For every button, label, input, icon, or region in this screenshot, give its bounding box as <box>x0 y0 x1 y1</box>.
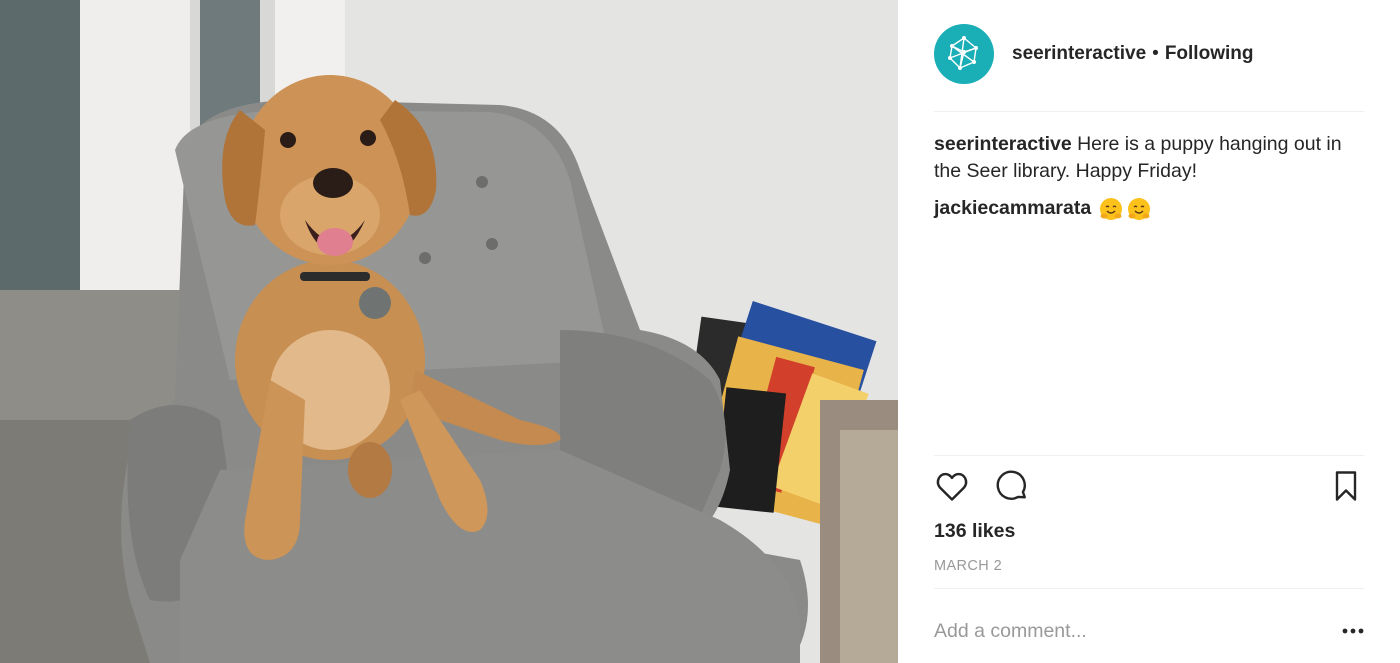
hugging-face-emoji-icon <box>1100 197 1123 220</box>
bookmark-icon <box>1335 471 1357 501</box>
save-button[interactable] <box>1328 468 1368 508</box>
puppy-on-armchair-image <box>0 0 898 663</box>
post-header: seerinteractive • Following <box>934 24 1364 84</box>
post-caption: seerinteractive Here is a puppy hanging … <box>934 131 1364 185</box>
heart-outline-icon <box>936 472 968 501</box>
more-options-icon <box>1342 628 1364 634</box>
add-comment-input[interactable] <box>934 615 1334 647</box>
comment-item: jackiecammarata <box>934 195 1364 222</box>
comment-button[interactable] <box>994 468 1034 508</box>
hugging-face-emoji-icon <box>1128 197 1151 220</box>
post-actions-bar <box>934 468 1364 508</box>
more-options-button[interactable] <box>1338 618 1368 644</box>
post-date[interactable]: MARCH 2 <box>934 558 1002 574</box>
comment-username[interactable]: jackiecammarata <box>934 195 1091 222</box>
header-divider <box>934 111 1364 112</box>
like-button[interactable] <box>934 468 974 508</box>
likes-count[interactable]: 136 likes <box>934 520 1015 543</box>
separator-dot: • <box>1152 43 1159 64</box>
actions-divider <box>934 455 1364 456</box>
caption-username[interactable]: seerinteractive <box>934 133 1072 155</box>
avatar[interactable] <box>934 24 994 84</box>
following-button[interactable]: Following <box>1165 43 1254 65</box>
post-details-panel: seerinteractive • Following seerinteract… <box>898 0 1400 663</box>
comment-divider <box>934 588 1364 589</box>
speech-bubble-icon <box>996 470 1026 500</box>
header-text: seerinteractive • Following <box>1012 43 1253 65</box>
network-logo-icon <box>948 36 978 70</box>
post-author-username[interactable]: seerinteractive <box>1012 43 1146 65</box>
post-photo[interactable] <box>0 0 898 663</box>
